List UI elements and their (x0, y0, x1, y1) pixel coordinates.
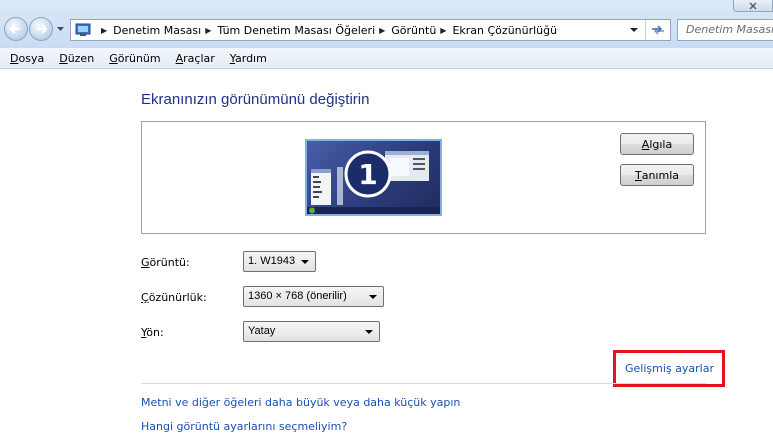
display-label: Görüntü: (141, 256, 190, 269)
breadcrumb-all-items[interactable]: Tüm Denetim Masası Öğeleri (217, 24, 375, 37)
monitor-screen-icon: 1 (307, 150, 440, 214)
menu-tools[interactable]: Araçlar (168, 52, 222, 65)
recent-pages-dropdown-icon[interactable] (56, 25, 65, 33)
back-button[interactable] (4, 17, 28, 41)
breadcrumb-control-panel[interactable]: Denetim Masası (113, 24, 201, 37)
chevron-down-icon (630, 28, 638, 32)
menu-file[interactable]: Dosya (0, 52, 51, 65)
resolution-label: Çözünürlük: (141, 291, 207, 304)
menu-edit[interactable]: Düzen (51, 52, 101, 65)
refresh-button[interactable] (645, 20, 670, 40)
chevron-down-icon (365, 330, 373, 334)
monitor-1-thumbnail[interactable]: 1 (305, 139, 442, 216)
refresh-icon (652, 25, 664, 35)
search-input[interactable]: Denetim Masası (677, 19, 773, 41)
detect-button[interactable]: Algıla (620, 133, 694, 155)
window-close-area[interactable] (733, 0, 773, 12)
menu-help[interactable]: Yardım (222, 52, 274, 65)
monitor-preview-panel: 1 Algıla Tanımla (141, 121, 706, 234)
address-toolbar: ▶ Denetim Masası ▶ Tüm Denetim Masası Öğ… (0, 0, 773, 48)
address-bar[interactable]: ▶ Denetim Masası ▶ Tüm Denetim Masası Öğ… (70, 19, 671, 41)
menu-view[interactable]: Görünüm (101, 52, 167, 65)
back-arrow-icon (9, 24, 20, 34)
chevron-down-icon (301, 260, 309, 264)
address-history-dropdown[interactable] (628, 23, 640, 37)
forward-arrow-icon (37, 24, 48, 34)
breadcrumb-separator-icon: ▶ (101, 25, 108, 35)
identify-button[interactable]: Tanımla (620, 164, 694, 186)
orientation-select[interactable]: Yatay (243, 321, 380, 342)
display-select[interactable]: 1. W1943 (243, 251, 316, 272)
breadcrumb-separator-icon[interactable]: ▶ (440, 26, 446, 35)
text-size-link[interactable]: Metni ve diğer öğeleri daha büyük veya d… (141, 396, 460, 409)
section-divider (141, 383, 707, 384)
orientation-label: Yön: (141, 326, 164, 339)
chevron-down-icon (369, 295, 377, 299)
menu-bar: Dosya Düzen Görünüm Araçlar Yardım (0, 48, 773, 69)
display-settings-help-link[interactable]: Hangi görüntü ayarlarını seçmeliyim? (141, 420, 347, 433)
resolution-select[interactable]: 1360 × 768 (önerilir) (243, 286, 384, 307)
page-title: Ekranınızın görünümünü değiştirin (141, 91, 370, 108)
control-panel-icon (75, 23, 91, 36)
breadcrumb-screen-resolution[interactable]: Ekran Çözünürlüğü (452, 24, 557, 37)
monitor-number: 1 (358, 158, 377, 191)
forward-button[interactable] (29, 17, 53, 41)
breadcrumb-separator-icon[interactable]: ▶ (205, 26, 211, 35)
breadcrumb-separator-icon[interactable]: ▶ (379, 26, 385, 35)
advanced-settings-link[interactable]: Gelişmiş ayarlar (625, 362, 714, 375)
close-icon (749, 2, 757, 9)
breadcrumb-display[interactable]: Görüntü (391, 24, 436, 37)
